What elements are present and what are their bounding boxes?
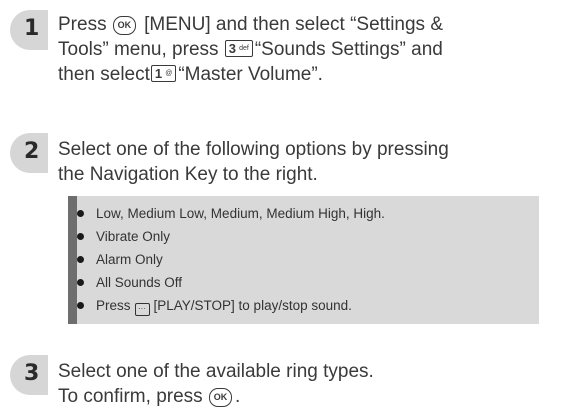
step-number: 1 [24, 16, 40, 41]
options-list: Low, Medium Low, Medium, Medium High, Hi… [77, 202, 385, 317]
play-stop-key-icon: ··· [134, 303, 150, 316]
step-3-line-1: Select one of the available ring types. [58, 361, 374, 382]
step-number: 2 [24, 139, 40, 164]
list-item: Vibrate Only [77, 225, 385, 248]
step-number: 3 [24, 361, 40, 386]
list-item: Press ··· [PLAY/STOP] to play/stop sound. [77, 294, 385, 317]
ok-key-icon: OK [208, 388, 232, 407]
step-number-badge: 1 [10, 10, 48, 50]
step-1-line-1: Press OK [MENU] and then select “Setting… [58, 14, 444, 35]
bullet-icon [77, 210, 84, 217]
key-3-icon: 3 def [224, 40, 253, 57]
step-3-line-2: To confirm, press OK. [58, 386, 241, 407]
bullet-icon [77, 233, 84, 240]
step-1-line-3: then select 1 @ “Master Volume”. [58, 64, 323, 85]
bullet-icon [77, 302, 84, 309]
step-number-badge: 3 [10, 355, 48, 395]
step-2-line-1: Select one of the following options by p… [58, 139, 449, 160]
options-box: Low, Medium Low, Medium, Medium High, Hi… [68, 196, 539, 324]
list-item: All Sounds Off [77, 271, 385, 294]
list-item: Low, Medium Low, Medium, Medium High, Hi… [77, 202, 385, 225]
bullet-icon [77, 256, 84, 263]
step-2-line-2: the Navigation Key to the right. [58, 164, 318, 185]
list-item: Alarm Only [77, 248, 385, 271]
step-3-text: Select one of the available ring types. … [58, 359, 558, 409]
ok-key-icon: OK [112, 16, 136, 35]
step-2-text: Select one of the following options by p… [58, 137, 558, 187]
key-1-icon: 1 @ [150, 65, 177, 82]
step-1-line-2: Tools” menu, press 3 def “Sounds Settings… [58, 39, 443, 60]
step-number-badge: 2 [10, 133, 48, 173]
options-box-accent-bar [68, 196, 77, 324]
bullet-icon [77, 279, 84, 286]
step-1-text: Press OK [MENU] and then select “Setting… [58, 12, 558, 87]
